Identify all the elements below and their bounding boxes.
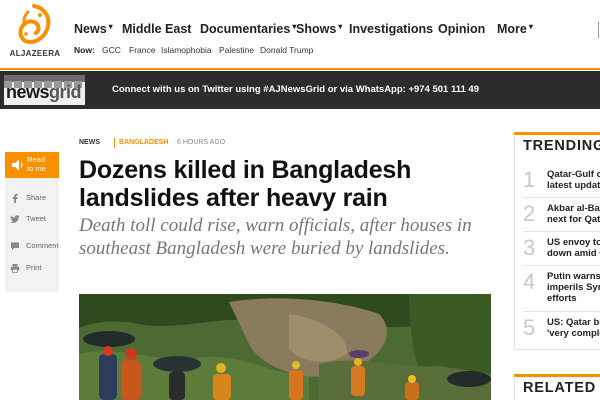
newsgrid-banner[interactable]: newsgrid Connect with us on Twitter usin… bbox=[0, 71, 600, 109]
trending-rank: 1 bbox=[523, 167, 536, 192]
trending-rank: 4 bbox=[523, 269, 536, 294]
trending-item[interactable]: 4 Putin warns imperils Syr efforts bbox=[523, 269, 600, 309]
aljazeera-logo[interactable]: ALJAZEERA bbox=[4, 4, 66, 64]
trending-headline: latest updat bbox=[547, 180, 600, 191]
trending-item[interactable]: 1 Qatar-Gulf c latest updat bbox=[523, 167, 600, 197]
related-accent-rule bbox=[514, 374, 600, 377]
nav-opinion[interactable]: Opinion bbox=[438, 22, 485, 36]
nav-label: Documentaries bbox=[200, 22, 291, 36]
now-label: Now: bbox=[74, 45, 95, 55]
trending-divider bbox=[523, 311, 600, 312]
nav-label: Opinion bbox=[438, 22, 486, 36]
read-to-me-button[interactable]: Read to me bbox=[5, 152, 59, 178]
share-label: Print bbox=[26, 263, 42, 272]
twitter-icon bbox=[10, 215, 20, 223]
comment-icon bbox=[11, 242, 19, 250]
trending-item[interactable]: 3 US envoy to down amid C bbox=[523, 235, 600, 265]
aljazeera-calligraphy-mark bbox=[18, 4, 51, 45]
share-label: Share bbox=[26, 193, 47, 202]
print-icon bbox=[10, 264, 20, 273]
trending-headline: down amid C bbox=[547, 248, 600, 259]
nav-accent-line bbox=[0, 68, 600, 70]
article-subcategory[interactable]: BANGLADESH bbox=[119, 139, 168, 146]
trending-panel: TRENDING 1 Qatar-Gulf c latest updat 2 A… bbox=[514, 132, 600, 350]
chevron-down-icon: ▾ bbox=[338, 22, 343, 31]
nav-label: Investigations bbox=[349, 22, 434, 36]
share-label: Comment bbox=[26, 241, 59, 250]
trending-divider bbox=[523, 197, 600, 198]
top-navigation-bar: ALJAZEERA News ▾ Middle East Documentarie… bbox=[0, 0, 600, 70]
trending-rank: 2 bbox=[523, 201, 536, 226]
trending-headline: Qatar-Gulf c bbox=[547, 169, 600, 180]
nav-more[interactable]: More ▾ bbox=[497, 22, 533, 36]
nav-label: Middle East bbox=[122, 22, 192, 36]
trending-headline: imperils Syr bbox=[547, 282, 600, 293]
share-sidebar: Read to me Share Tweet Comment Print bbox=[5, 152, 59, 292]
newsgrid-logo: newsgrid bbox=[4, 75, 85, 105]
facebook-icon bbox=[12, 193, 18, 203]
topic-link-islamophobia[interactable]: Islamophobia bbox=[161, 45, 212, 55]
nav-documentaries[interactable]: Documentaries ▾ bbox=[200, 22, 296, 36]
article-standfirst: Death toll could rise, warn officials, a… bbox=[79, 215, 472, 259]
trending-divider bbox=[523, 265, 600, 266]
trending-divider bbox=[523, 231, 600, 232]
trending-item[interactable]: 5 US: Qatar bl 'very comple bbox=[523, 315, 600, 345]
trending-headline: next for Qat bbox=[547, 214, 600, 225]
chevron-down-icon: ▾ bbox=[108, 22, 113, 31]
nav-middle-east[interactable]: Middle East bbox=[122, 22, 191, 36]
trending-headline: US: Qatar bl bbox=[547, 317, 600, 328]
article-headline: Dozens killed in Bangladesh landslides a… bbox=[79, 156, 412, 212]
trending-headline: Putin warns bbox=[547, 271, 600, 282]
share-label: Tweet bbox=[26, 214, 47, 223]
nav-news[interactable]: News ▾ bbox=[74, 22, 113, 36]
trending-headline: efforts bbox=[547, 293, 577, 304]
related-panel: RELATED bbox=[514, 374, 600, 400]
newsgrid-thumbnail-strip bbox=[4, 75, 85, 88]
chevron-down-icon: ▾ bbox=[528, 22, 533, 31]
trending-headline: 'very comple bbox=[547, 328, 600, 339]
topic-link-donald-trump[interactable]: Donald Trump bbox=[260, 45, 313, 55]
landslide-rescue-photo bbox=[79, 294, 491, 400]
nav-label: Shows bbox=[296, 22, 337, 36]
logo-wordmark: ALJAZEERA bbox=[9, 49, 61, 58]
read-to-me-label: Read to me bbox=[27, 155, 46, 173]
nav-label: More bbox=[497, 22, 527, 36]
nav-investigations[interactable]: Investigations bbox=[349, 22, 433, 36]
topic-link-gcc[interactable]: GCC bbox=[102, 45, 121, 55]
article-timestamp: 6 HOURS AGO bbox=[177, 139, 226, 146]
newsgrid-wordmark: newsgrid bbox=[6, 82, 82, 102]
topic-link-france[interactable]: France bbox=[129, 45, 155, 55]
trending-rank: 3 bbox=[523, 235, 536, 260]
trending-headline: Akbar al-Ba bbox=[547, 203, 600, 214]
trending-rank: 5 bbox=[523, 315, 536, 340]
related-title: RELATED bbox=[523, 380, 596, 396]
speaker-icon bbox=[12, 159, 23, 171]
trending-item[interactable]: 2 Akbar al-Ba next for Qat bbox=[523, 201, 600, 231]
nav-divider bbox=[598, 22, 599, 38]
trending-accent-rule bbox=[514, 132, 600, 135]
newsgrid-message: Connect with us on Twitter using #AJNews… bbox=[112, 84, 479, 95]
meta-divider bbox=[114, 138, 115, 148]
nav-label: News bbox=[74, 22, 107, 36]
trending-headline: US envoy to bbox=[547, 237, 600, 248]
article-category[interactable]: NEWS bbox=[79, 139, 100, 146]
article-hero-image[interactable] bbox=[79, 294, 491, 400]
trending-title: TRENDING bbox=[523, 138, 600, 154]
topic-link-palestine[interactable]: Palestine bbox=[219, 45, 254, 55]
nav-shows[interactable]: Shows ▾ bbox=[296, 22, 342, 36]
